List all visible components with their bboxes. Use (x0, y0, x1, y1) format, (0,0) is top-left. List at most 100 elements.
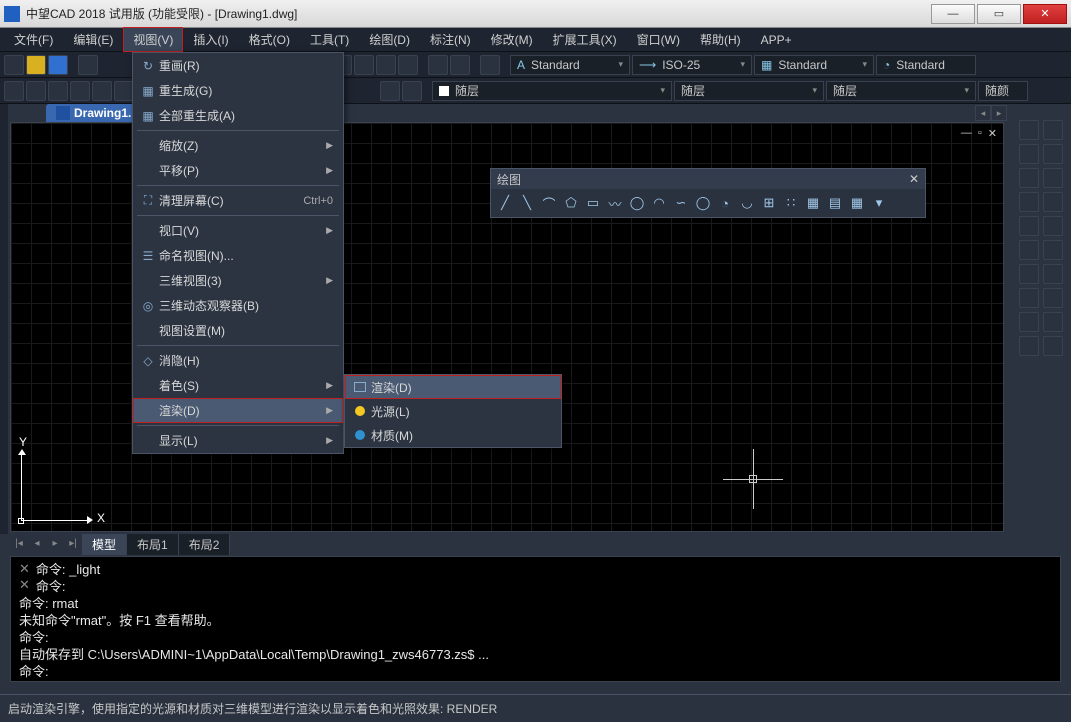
layout-1[interactable]: 布局1 (127, 534, 179, 555)
rtool-10[interactable] (1043, 216, 1063, 236)
draw-tool[interactable]: ⌒ (539, 193, 559, 213)
draw-tool[interactable]: ▭ (583, 193, 603, 213)
rtool-1[interactable] (1019, 120, 1039, 140)
tool-b[interactable] (354, 55, 374, 75)
rtool-16[interactable] (1043, 288, 1063, 308)
rtool-18[interactable] (1043, 312, 1063, 332)
command-window[interactable]: ✕✕ 命令: _light命令:命令: rmat未知命令"rmat"。按 F1 … (10, 556, 1061, 682)
menu-draw[interactable]: 绘图(D) (359, 27, 420, 52)
new-button[interactable] (4, 55, 24, 75)
textstyle-combo[interactable]: AStandard▾ (510, 55, 630, 75)
layer1-combo[interactable]: 随层▾ (432, 81, 672, 101)
menu-view[interactable]: 视图(V) (123, 27, 183, 52)
menu-dimension[interactable]: 标注(N) (420, 27, 481, 52)
viewmenu-item[interactable]: ↻重画(R) (133, 53, 343, 78)
draw-tool[interactable]: ⬠ (561, 193, 581, 213)
draw-tool[interactable]: 〰 (605, 193, 625, 213)
viewmenu-item[interactable]: 渲染(D)▶ (133, 398, 343, 423)
layout-last[interactable]: ▸| (64, 535, 82, 553)
layout-model[interactable]: 模型 (82, 534, 127, 555)
tb2-d[interactable] (70, 81, 90, 101)
rtool-7[interactable] (1019, 192, 1039, 212)
menu-app[interactable]: APP+ (751, 29, 802, 51)
menu-edit[interactable]: 编辑(E) (63, 27, 123, 52)
dimstyle-combo[interactable]: ⟶ISO-25▾ (632, 55, 752, 75)
rtool-4[interactable] (1043, 144, 1063, 164)
tb2-h[interactable] (380, 81, 400, 101)
tb2-a[interactable] (4, 81, 24, 101)
tool-g[interactable] (480, 55, 500, 75)
docwin-max[interactable]: ▫ (978, 127, 982, 140)
rtool-5[interactable] (1019, 168, 1039, 188)
style2-combo[interactable]: ◔Standard (876, 55, 976, 75)
menu-format[interactable]: 格式(O) (239, 27, 300, 52)
tool-d[interactable] (398, 55, 418, 75)
rtool-13[interactable] (1019, 264, 1039, 284)
layer2-combo[interactable]: 随层▾ (674, 81, 824, 101)
draw-tool[interactable]: ◯ (693, 193, 713, 213)
viewmenu-item[interactable]: ◇消隐(H) (133, 348, 343, 373)
tb2-e[interactable] (92, 81, 112, 101)
viewmenu-item[interactable]: ⛶清理屏幕(C)Ctrl+0 (133, 188, 343, 213)
draw-tool[interactable]: ◠ (649, 193, 669, 213)
scroll-right[interactable]: ▸ (991, 105, 1007, 121)
viewmenu-item[interactable]: 视图设置(M) (133, 318, 343, 343)
rtool-19[interactable] (1019, 336, 1039, 356)
menu-tools[interactable]: 工具(T) (300, 27, 359, 52)
tool-e[interactable] (428, 55, 448, 75)
close-button[interactable]: ✕ (1023, 4, 1067, 24)
viewmenu-item[interactable]: ◎三维动态观察器(B) (133, 293, 343, 318)
tb2-i[interactable] (402, 81, 422, 101)
draw-tool[interactable]: ▤ (825, 193, 845, 213)
tb2-b[interactable] (26, 81, 46, 101)
layer3-combo[interactable]: 随层▾ (826, 81, 976, 101)
tool-f[interactable] (450, 55, 470, 75)
minimize-button[interactable]: — (931, 4, 975, 24)
layout-2[interactable]: 布局2 (179, 534, 231, 555)
rtool-11[interactable] (1019, 240, 1039, 260)
viewmenu-item[interactable]: 着色(S)▶ (133, 373, 343, 398)
open-button[interactable] (26, 55, 46, 75)
rtool-15[interactable] (1019, 288, 1039, 308)
print-button[interactable] (78, 55, 98, 75)
menu-window[interactable]: 窗口(W) (627, 27, 690, 52)
draw-tool[interactable]: ◡ (737, 193, 757, 213)
viewmenu-item[interactable]: 显示(L)▶ (133, 428, 343, 453)
draw-tool[interactable]: ∽ (671, 193, 691, 213)
menu-help[interactable]: 帮助(H) (690, 27, 751, 52)
draw-tool[interactable]: ╱ (495, 193, 515, 213)
viewmenu-item[interactable]: ▦全部重生成(A) (133, 103, 343, 128)
rtool-8[interactable] (1043, 192, 1063, 212)
viewmenu-item[interactable]: 平移(P)▶ (133, 158, 343, 183)
rtool-9[interactable] (1019, 216, 1039, 236)
draw-tool[interactable]: ⊞ (759, 193, 779, 213)
draw-tool[interactable]: ▦ (847, 193, 867, 213)
draw-panel-header[interactable]: 绘图 ✕ (491, 169, 925, 189)
viewmenu-item[interactable]: ▦重生成(G) (133, 78, 343, 103)
viewmenu-item[interactable]: 视口(V)▶ (133, 218, 343, 243)
menu-insert[interactable]: 插入(I) (183, 27, 238, 52)
rendersub-item[interactable]: 光源(L) (345, 399, 561, 423)
document-tab[interactable]: Drawing1. (46, 104, 141, 122)
layout-prev[interactable]: ◂ (28, 535, 46, 553)
rtool-3[interactable] (1019, 144, 1039, 164)
tb2-f[interactable] (114, 81, 134, 101)
save-button[interactable] (48, 55, 68, 75)
layer4-combo[interactable]: 随颜 (978, 81, 1028, 101)
viewmenu-item[interactable]: 三维视图(3)▶ (133, 268, 343, 293)
rendersub-item[interactable]: 渲染(D) (345, 375, 561, 399)
layout-next[interactable]: ▸ (46, 535, 64, 553)
rtool-20[interactable] (1043, 336, 1063, 356)
draw-tool[interactable]: ◯ (627, 193, 647, 213)
menu-file[interactable]: 文件(F) (4, 27, 63, 52)
maximize-button[interactable]: ▭ (977, 4, 1021, 24)
rtool-14[interactable] (1043, 264, 1063, 284)
draw-panel-close[interactable]: ✕ (909, 172, 919, 186)
draw-tool[interactable]: ∷ (781, 193, 801, 213)
tool-c[interactable] (376, 55, 396, 75)
draw-tool[interactable]: ╲ (517, 193, 537, 213)
draw-tool[interactable]: ◔ (715, 193, 735, 213)
draw-tool[interactable]: ▦ (803, 193, 823, 213)
viewmenu-item[interactable]: 缩放(Z)▶ (133, 133, 343, 158)
menu-modify[interactable]: 修改(M) (481, 27, 543, 52)
